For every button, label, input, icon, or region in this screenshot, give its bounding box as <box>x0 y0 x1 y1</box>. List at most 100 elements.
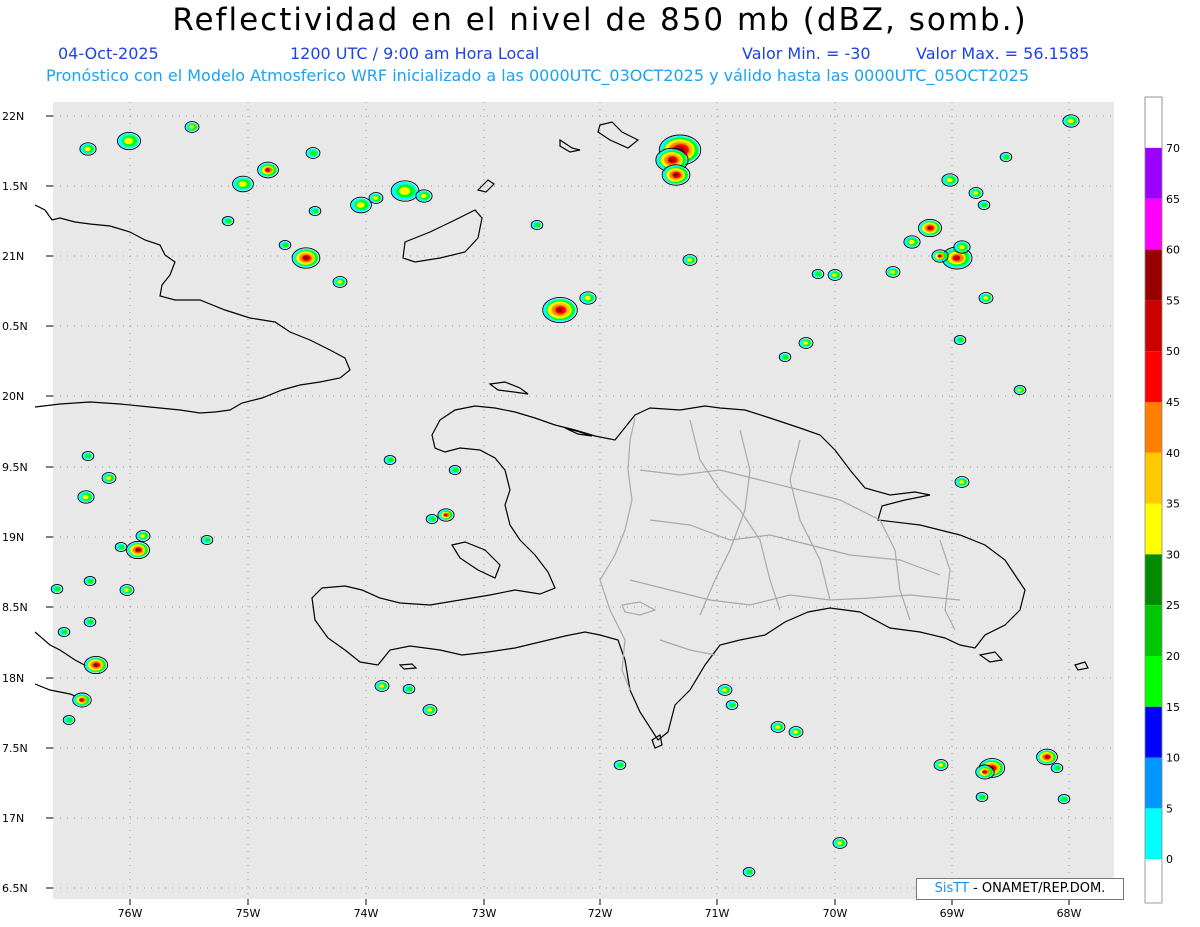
reflectivity-cell <box>184 121 200 133</box>
cell-band <box>584 295 591 301</box>
reflectivity-cell <box>1036 748 1058 766</box>
reflectivity-cell <box>778 351 792 363</box>
cell-band <box>61 629 68 635</box>
colorbar-label: 30 <box>1166 548 1180 561</box>
sistt-logo-text: SisTT <box>934 881 969 896</box>
reflectivity-cell <box>613 759 627 771</box>
reflectivity-cell <box>83 575 97 587</box>
lat-tick-label: 9.5N <box>2 461 28 474</box>
colorbar-segment <box>1145 300 1162 352</box>
lat-tick-label: 7.5N <box>2 742 28 755</box>
cell-band <box>204 537 211 543</box>
cell-band <box>282 242 289 248</box>
reflectivity-cell <box>827 269 843 281</box>
cell-band <box>373 196 379 200</box>
lon-tick-label: 68W <box>1057 907 1082 920</box>
reflectivity-cell <box>954 476 970 488</box>
cell-band <box>1061 796 1068 802</box>
reflectivity-cell <box>308 205 322 217</box>
lon-tick-label: 72W <box>588 907 613 920</box>
reflectivity-cell <box>975 791 989 803</box>
reflectivity-cell <box>725 699 739 711</box>
reflectivity-cell <box>903 235 921 249</box>
colorbar-label: 60 <box>1166 244 1180 257</box>
cell-band <box>387 457 394 463</box>
reflectivity-cell <box>742 866 756 878</box>
reflectivity-cell <box>832 837 848 849</box>
cell-band <box>687 258 693 262</box>
reflectivity-map: 22N 1.5N 21N 0.5N 20N 9.5N 19N 8.5N 18N 7.5N 17N 6.… <box>2 96 1180 920</box>
lat-tick-label: 1.5N <box>2 180 28 193</box>
cell-band <box>427 708 433 712</box>
lat-tick-label: 21N <box>2 250 24 263</box>
cell-band <box>93 663 98 667</box>
lon-tick-label: 71W <box>705 907 730 920</box>
reflectivity-cell <box>448 464 462 476</box>
reflectivity-cell <box>77 490 95 504</box>
colorbar-label: 0 <box>1166 853 1173 866</box>
reflectivity-cell <box>200 534 214 546</box>
reflectivity-cell <box>101 472 117 484</box>
reflectivity-cell <box>968 187 984 199</box>
cell-band <box>1067 118 1074 124</box>
reflectivity-cell <box>221 215 235 227</box>
cell-band <box>135 548 140 552</box>
reflectivity-cell <box>811 268 825 280</box>
cell-band <box>66 717 73 723</box>
cell-band <box>1054 765 1061 771</box>
cell-band <box>793 730 799 734</box>
cell-band <box>124 588 130 592</box>
reflectivity-cell <box>291 247 321 269</box>
reflectivity-cell <box>953 240 971 254</box>
cell-band <box>673 173 679 177</box>
cell-band <box>265 168 271 172</box>
reflectivity-cell <box>383 454 397 466</box>
cell-band <box>556 307 563 313</box>
credit-text: - ONAMET/REP.DOM. <box>968 881 1106 896</box>
reflectivity-cell <box>278 239 292 251</box>
colorbar-segment <box>1145 148 1162 199</box>
cell-band <box>452 467 459 473</box>
cell-band <box>118 544 125 550</box>
cell-band <box>54 586 61 592</box>
cell-band <box>356 202 365 208</box>
colorbar-label: 65 <box>1166 193 1180 206</box>
cell-band <box>973 191 979 195</box>
reflectivity-cell <box>953 334 967 346</box>
reflectivity-cell <box>542 296 578 324</box>
reflectivity-cell <box>661 164 691 186</box>
lat-tick-label: 20N <box>2 390 24 403</box>
cell-band <box>82 494 89 500</box>
cell-band <box>946 177 953 183</box>
colorbar-segment <box>1145 351 1162 402</box>
colorbar-segment <box>1145 859 1162 910</box>
cell-band <box>981 202 988 208</box>
reflectivity-cell <box>885 266 901 278</box>
reflectivity-cell <box>135 530 151 542</box>
cell-band <box>189 125 195 129</box>
reflectivity-cell <box>83 655 108 675</box>
reflectivity-cell <box>1062 114 1080 128</box>
colorbar-segment <box>1145 554 1162 606</box>
cell-band <box>79 698 84 702</box>
cell-band <box>746 869 753 875</box>
cell-band <box>958 244 965 250</box>
reflectivity-cell <box>116 131 141 151</box>
cell-band <box>238 181 247 187</box>
cell-band <box>379 684 385 688</box>
colorbar-label: 40 <box>1166 447 1180 460</box>
reflectivity-cell <box>119 584 135 596</box>
reflectivity-cell <box>232 175 254 193</box>
cell-band <box>815 271 822 277</box>
reflectivity-cell <box>114 541 128 553</box>
lat-tick-label: 17N <box>2 812 24 825</box>
cell-band <box>124 137 134 145</box>
reflectivity-cell <box>72 692 92 708</box>
reflectivity-cell <box>530 219 544 231</box>
reflectivity-cell <box>368 192 384 204</box>
reflectivity-cell <box>257 161 279 179</box>
reflectivity-cell <box>1057 793 1071 805</box>
cell-band <box>959 480 965 484</box>
cell-band <box>982 770 987 774</box>
lon-tick-label: 76W <box>118 907 143 920</box>
